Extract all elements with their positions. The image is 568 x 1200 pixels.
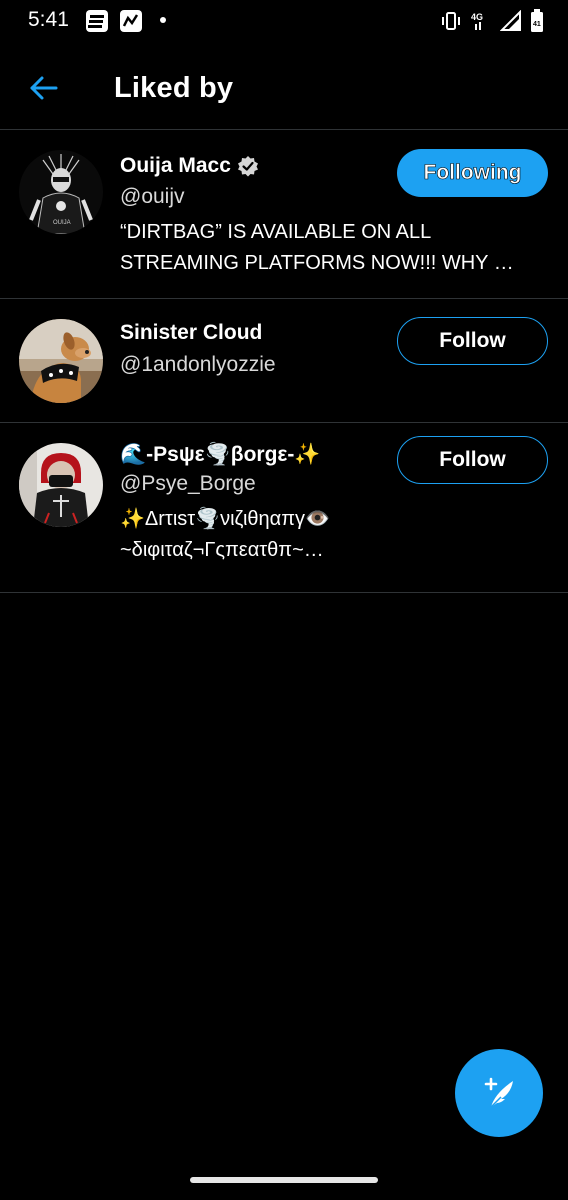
verified-badge-icon [237, 156, 258, 177]
following-button[interactable]: Following [397, 149, 548, 197]
vibrate-icon [442, 12, 460, 30]
avatar[interactable] [19, 443, 103, 527]
bio-line: STREAMING PLATFORMS NOW!!! WHY … [120, 252, 514, 274]
svg-text:41: 41 [533, 21, 541, 28]
user-handle: @1andonlyozzie [120, 353, 276, 376]
back-button[interactable] [26, 70, 62, 106]
svg-text:4G: 4G [471, 12, 483, 22]
compose-tweet-icon [484, 1077, 513, 1108]
bio-line: “DIRTBAG” IS AVAILABLE ON ALL [120, 221, 432, 243]
user-handle: @Psye_Borge [120, 472, 256, 495]
bio-line: ~διφιταζ¬Γςπεατθπ~… [120, 539, 324, 561]
liked-by-list: OUIJA Ouija Macc @ouijv “DIRTBAG” IS AVA… [0, 130, 568, 593]
stocks-app-icon [120, 10, 142, 32]
page-title: Liked by [114, 72, 234, 104]
user-bio: “DIRTBAG” IS AVAILABLE ON ALL STREAMING … [120, 217, 550, 279]
status-bar: 5:41 4G 41 [0, 0, 568, 44]
battery-icon: 41 [531, 9, 543, 32]
home-indicator[interactable] [190, 1177, 378, 1183]
user-name: 🌊-Psψε🌪️βorgε-✨ [120, 443, 321, 466]
lte-signal-icon: 4G [471, 12, 483, 30]
list-item[interactable]: 🌊-Psψε🌪️βorgε-✨ @Psye_Borge ✨Δrτιsτ🌪️νιζ… [0, 423, 568, 593]
avatar[interactable]: OUIJA [19, 150, 103, 234]
arrow-left-icon [30, 76, 58, 100]
status-time: 5:41 [28, 8, 69, 31]
list-item[interactable]: OUIJA Ouija Macc @ouijv “DIRTBAG” IS AVA… [0, 130, 568, 299]
user-name: Ouija Macc [120, 154, 231, 177]
espn-app-icon [86, 10, 108, 32]
user-bio: ✨Δrτιsτ🌪️νιζιθηαπγ👁️ ~διφιταζ¬Γςπεατθπ~… [120, 504, 550, 566]
notification-dot [160, 17, 166, 23]
avatar[interactable] [19, 319, 103, 403]
user-handle: @ouijv [120, 185, 185, 208]
follow-button[interactable]: Follow [397, 317, 548, 365]
app-header: Liked by [0, 44, 568, 130]
user-name: Sinister Cloud [120, 321, 263, 344]
bio-line: ✨Δrτιsτ🌪️νιζιθηαπγ👁️ [120, 508, 330, 530]
svg-text:OUIJA: OUIJA [53, 220, 71, 226]
signal-icon [500, 10, 521, 31]
follow-button[interactable]: Follow [397, 436, 548, 484]
list-item[interactable]: Sinister Cloud @1andonlyozzie Follow [0, 299, 568, 423]
compose-tweet-button[interactable] [455, 1049, 543, 1137]
